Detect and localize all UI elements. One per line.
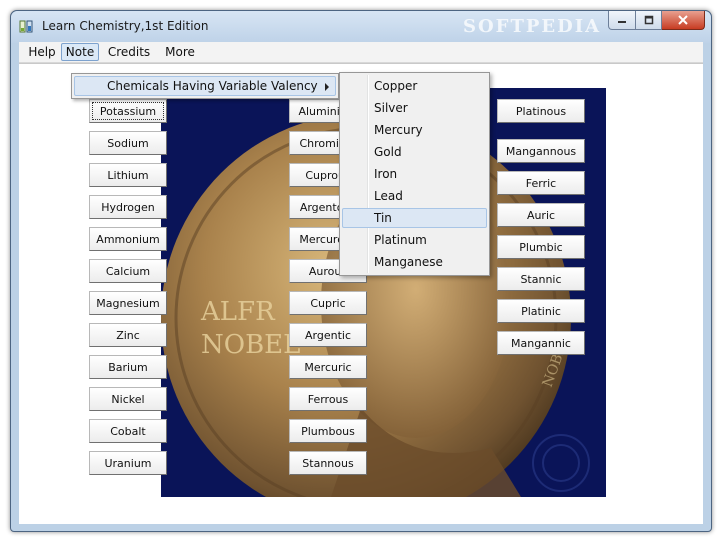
- minimize-button[interactable]: [608, 11, 636, 30]
- app-window: Learn Chemistry,1st Edition SOFTPEDIA He…: [10, 10, 712, 532]
- submenu-item-mercury[interactable]: Mercury: [342, 120, 487, 140]
- window-title: Learn Chemistry,1st Edition: [42, 19, 209, 33]
- close-button[interactable]: [662, 11, 705, 30]
- menu-credits[interactable]: Credits: [101, 43, 157, 61]
- element-button-nickel[interactable]: Nickel: [89, 387, 167, 411]
- element-button-argentic[interactable]: Argentic: [289, 323, 367, 347]
- element-button-mangannous[interactable]: Mangannous: [497, 139, 585, 163]
- maximize-button[interactable]: [636, 11, 662, 30]
- close-icon: [678, 15, 688, 25]
- submenu-item-copper[interactable]: Copper: [342, 76, 487, 96]
- menu-help[interactable]: Help: [23, 43, 61, 61]
- variable-valency-submenu: Copper Silver Mercury Gold Iron Lead Tin…: [339, 72, 490, 276]
- element-button-mangannic[interactable]: Mangannic: [497, 331, 585, 355]
- submenu-item-manganese[interactable]: Manganese: [342, 252, 487, 272]
- menu-bar: Help Note Credits More: [19, 42, 703, 63]
- maximize-icon: [644, 15, 653, 25]
- element-button-plumbous[interactable]: Plumbous: [289, 419, 367, 443]
- element-button-barium[interactable]: Barium: [89, 355, 167, 379]
- menu-more[interactable]: More: [157, 43, 203, 61]
- element-button-stannic[interactable]: Stannic: [497, 267, 585, 291]
- element-button-cupric[interactable]: Cupric: [289, 291, 367, 315]
- element-button-platinous[interactable]: Platinous: [497, 99, 585, 123]
- element-button-mercuric[interactable]: Mercuric: [289, 355, 367, 379]
- app-icon: [19, 20, 33, 33]
- element-button-ferric[interactable]: Ferric: [497, 171, 585, 195]
- menu-item-label: Chemicals Having Variable Valency: [107, 79, 318, 93]
- element-button-ammonium[interactable]: Ammonium: [89, 227, 167, 251]
- element-button-calcium[interactable]: Calcium: [89, 259, 167, 283]
- submenu-arrow-icon: [325, 83, 329, 91]
- submenu-item-gold[interactable]: Gold: [342, 142, 487, 162]
- submenu-item-platinum[interactable]: Platinum: [342, 230, 487, 250]
- caption-buttons: [608, 11, 705, 31]
- element-button-plumbic[interactable]: Plumbic: [497, 235, 585, 259]
- element-button-stannous[interactable]: Stannous: [289, 451, 367, 475]
- submenu-item-tin[interactable]: Tin: [342, 208, 487, 228]
- element-button-ferrous[interactable]: Ferrous: [289, 387, 367, 411]
- element-button-lithium[interactable]: Lithium: [89, 163, 167, 187]
- menu-item-variable-valency[interactable]: Chemicals Having Variable Valency: [74, 76, 336, 96]
- note-dropdown-menu: Chemicals Having Variable Valency: [71, 73, 339, 99]
- menu-note[interactable]: Note: [61, 43, 99, 61]
- element-button-cobalt[interactable]: Cobalt: [89, 419, 167, 443]
- submenu-item-silver[interactable]: Silver: [342, 98, 487, 118]
- medal-inscription-bottom: NOBEL: [201, 330, 300, 360]
- medal-inscription-top: ALFR: [200, 297, 276, 327]
- element-button-potassium[interactable]: Potassium: [89, 99, 167, 123]
- submenu-item-iron[interactable]: Iron: [342, 164, 487, 184]
- element-button-zinc[interactable]: Zinc: [89, 323, 167, 347]
- minimize-icon: [618, 21, 626, 23]
- element-button-magnesium[interactable]: Magnesium: [89, 291, 167, 315]
- title-bar[interactable]: Learn Chemistry,1st Edition SOFTPEDIA: [11, 11, 711, 43]
- watermark-logo: SOFTPEDIA: [463, 16, 602, 37]
- element-button-sodium[interactable]: Sodium: [89, 131, 167, 155]
- element-button-auric[interactable]: Auric: [497, 203, 585, 227]
- element-button-uranium[interactable]: Uranium: [89, 451, 167, 475]
- submenu-item-lead[interactable]: Lead: [342, 186, 487, 206]
- element-button-hydrogen[interactable]: Hydrogen: [89, 195, 167, 219]
- element-button-platinic[interactable]: Platinic: [497, 299, 585, 323]
